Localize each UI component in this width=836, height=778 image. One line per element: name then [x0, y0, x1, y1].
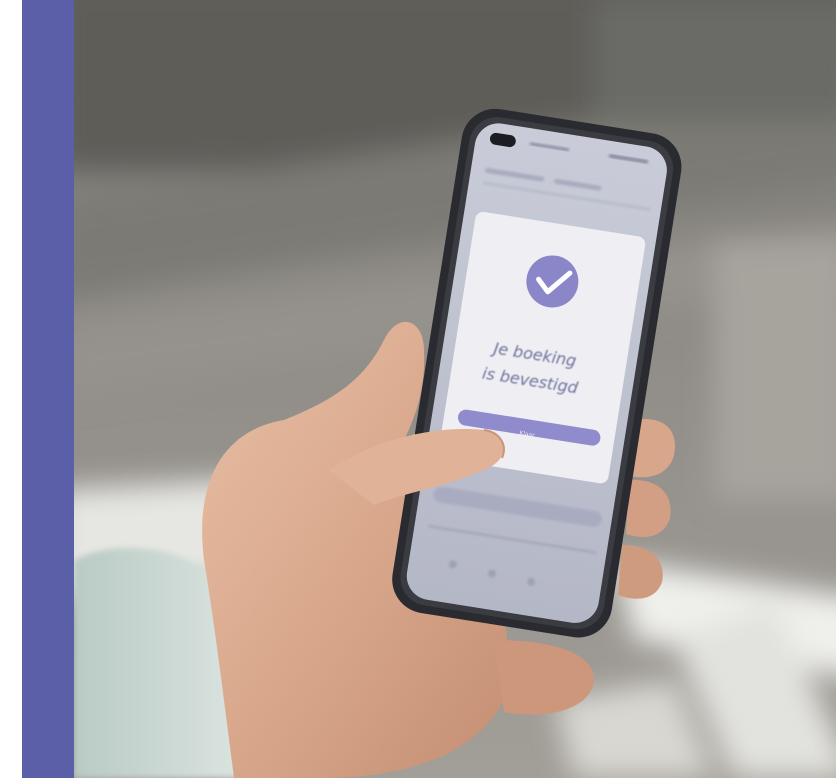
photo-illustration — [74, 0, 836, 778]
left-margin — [0, 0, 22, 778]
hand-holding-phone-photo — [74, 0, 836, 778]
accent-bar — [22, 0, 74, 778]
photo-card: Je boeking is bevestigd Klaar — [0, 0, 836, 778]
